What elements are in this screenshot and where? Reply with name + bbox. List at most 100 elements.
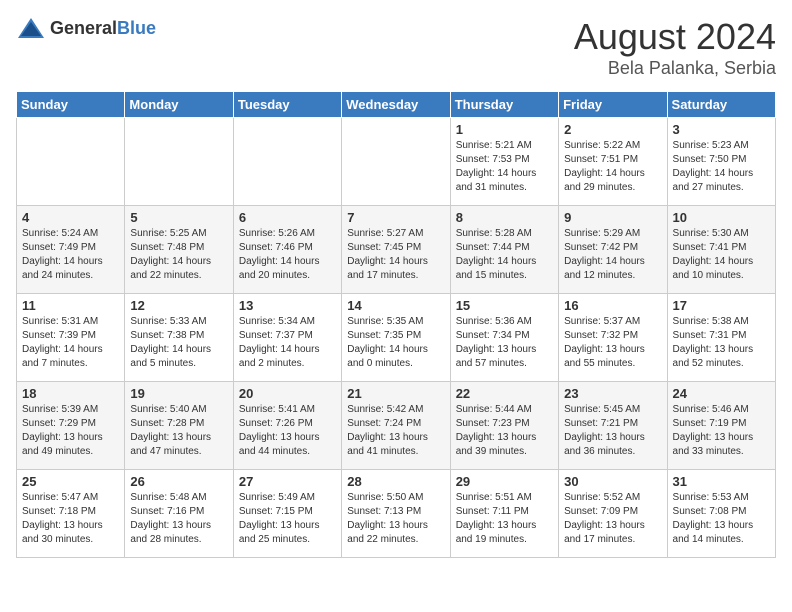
logo-general-text: General	[50, 18, 117, 38]
day-info: Sunrise: 5:49 AM Sunset: 7:15 PM Dayligh…	[239, 491, 336, 547]
calendar-cell: 2 Sunrise: 5:22 AM Sunset: 7:51 PM Daylig…	[559, 118, 667, 206]
calendar-cell: 6Sunrise: 5:26 AM Sunset: 7:46 PM Daylig…	[233, 206, 341, 294]
calendar-cell	[342, 118, 450, 206]
location-subtitle: Bela Palanka, Serbia	[574, 58, 776, 79]
calendar-cell: 30Sunrise: 5:52 AM Sunset: 7:09 PM Dayli…	[559, 470, 667, 558]
calendar-cell: 19 Sunrise: 5:40 AM Sunset: 7:28 PM Dayli…	[125, 382, 233, 470]
day-number: 22	[456, 386, 553, 401]
day-number: 11	[22, 298, 119, 313]
day-info: Sunrise: 5:44 AM Sunset: 7:23 PM Dayligh…	[456, 403, 553, 459]
day-info: Sunrise: 5:45 AM Sunset: 7:21 PM Dayligh…	[564, 403, 661, 459]
day-info: Sunrise: 5:38 AM Sunset: 7:31 PM Dayligh…	[673, 315, 770, 371]
day-info: Sunrise: 5:22 AM Sunset: 7:51 PM Dayligh…	[564, 139, 661, 195]
calendar-cell: 16Sunrise: 5:37 AM Sunset: 7:32 PM Dayli…	[559, 294, 667, 382]
day-info: Sunrise: 5:23 AM Sunset: 7:50 PM Dayligh…	[673, 139, 770, 195]
day-number: 1	[456, 122, 553, 137]
calendar-cell: 7Sunrise: 5:27 AM Sunset: 7:45 PM Daylig…	[342, 206, 450, 294]
day-info: Sunrise: 5:25 AM Sunset: 7:48 PM Dayligh…	[130, 227, 227, 283]
day-number: 8	[456, 210, 553, 225]
calendar-table: SundayMondayTuesdayWednesdayThursdayFrid…	[16, 91, 776, 558]
calendar-cell: 12Sunrise: 5:33 AM Sunset: 7:38 PM Dayli…	[125, 294, 233, 382]
calendar-cell	[233, 118, 341, 206]
calendar-cell: 4 Sunrise: 5:24 AM Sunset: 7:49 PM Daylig…	[17, 206, 125, 294]
day-number: 31	[673, 474, 770, 489]
calendar-week-row: 18 Sunrise: 5:39 AM Sunset: 7:29 PM Dayli…	[17, 382, 776, 470]
day-info: Sunrise: 5:24 AM Sunset: 7:49 PM Dayligh…	[22, 227, 119, 283]
day-number: 15	[456, 298, 553, 313]
calendar-week-row: 1Sunrise: 5:21 AM Sunset: 7:53 PM Daylig…	[17, 118, 776, 206]
day-number: 14	[347, 298, 444, 313]
day-info: Sunrise: 5:26 AM Sunset: 7:46 PM Dayligh…	[239, 227, 336, 283]
calendar-cell: 22 Sunrise: 5:44 AM Sunset: 7:23 PM Dayli…	[450, 382, 558, 470]
calendar-cell: 9 Sunrise: 5:29 AM Sunset: 7:42 PM Daylig…	[559, 206, 667, 294]
day-number: 9	[564, 210, 661, 225]
calendar-cell: 14 Sunrise: 5:35 AM Sunset: 7:35 PM Dayli…	[342, 294, 450, 382]
day-info: Sunrise: 5:41 AM Sunset: 7:26 PM Dayligh…	[239, 403, 336, 459]
day-number: 16	[564, 298, 661, 313]
day-info: Sunrise: 5:47 AM Sunset: 7:18 PM Dayligh…	[22, 491, 119, 547]
calendar-week-row: 25 Sunrise: 5:47 AM Sunset: 7:18 PM Dayli…	[17, 470, 776, 558]
calendar-cell: 31 Sunrise: 5:53 AM Sunset: 7:08 PM Dayli…	[667, 470, 775, 558]
day-number: 2	[564, 122, 661, 137]
day-info: Sunrise: 5:30 AM Sunset: 7:41 PM Dayligh…	[673, 227, 770, 283]
month-year-title: August 2024	[574, 16, 776, 58]
day-number: 4	[22, 210, 119, 225]
day-info: Sunrise: 5:48 AM Sunset: 7:16 PM Dayligh…	[130, 491, 227, 547]
weekday-header-thursday: Thursday	[450, 92, 558, 118]
day-number: 13	[239, 298, 336, 313]
calendar-week-row: 11Sunrise: 5:31 AM Sunset: 7:39 PM Dayli…	[17, 294, 776, 382]
day-info: Sunrise: 5:33 AM Sunset: 7:38 PM Dayligh…	[130, 315, 227, 371]
day-number: 29	[456, 474, 553, 489]
calendar-header-row: SundayMondayTuesdayWednesdayThursdayFrid…	[17, 92, 776, 118]
title-block: August 2024 Bela Palanka, Serbia	[574, 16, 776, 79]
day-number: 27	[239, 474, 336, 489]
day-number: 17	[673, 298, 770, 313]
weekday-header-monday: Monday	[125, 92, 233, 118]
weekday-header-friday: Friday	[559, 92, 667, 118]
calendar-cell	[17, 118, 125, 206]
day-info: Sunrise: 5:50 AM Sunset: 7:13 PM Dayligh…	[347, 491, 444, 547]
weekday-header-sunday: Sunday	[17, 92, 125, 118]
calendar-cell: 13 Sunrise: 5:34 AM Sunset: 7:37 PM Dayli…	[233, 294, 341, 382]
calendar-cell: 28Sunrise: 5:50 AM Sunset: 7:13 PM Dayli…	[342, 470, 450, 558]
calendar-cell: 15 Sunrise: 5:36 AM Sunset: 7:34 PM Dayli…	[450, 294, 558, 382]
day-info: Sunrise: 5:51 AM Sunset: 7:11 PM Dayligh…	[456, 491, 553, 547]
calendar-cell: 5 Sunrise: 5:25 AM Sunset: 7:48 PM Daylig…	[125, 206, 233, 294]
calendar-cell: 17 Sunrise: 5:38 AM Sunset: 7:31 PM Dayli…	[667, 294, 775, 382]
weekday-header-saturday: Saturday	[667, 92, 775, 118]
calendar-cell: 10 Sunrise: 5:30 AM Sunset: 7:41 PM Dayli…	[667, 206, 775, 294]
day-info: Sunrise: 5:35 AM Sunset: 7:35 PM Dayligh…	[347, 315, 444, 371]
weekday-header-tuesday: Tuesday	[233, 92, 341, 118]
general-blue-icon	[16, 16, 46, 40]
page-header: GeneralBlue August 2024 Bela Palanka, Se…	[16, 16, 776, 79]
day-number: 18	[22, 386, 119, 401]
day-number: 25	[22, 474, 119, 489]
day-info: Sunrise: 5:42 AM Sunset: 7:24 PM Dayligh…	[347, 403, 444, 459]
calendar-cell: 27 Sunrise: 5:49 AM Sunset: 7:15 PM Dayli…	[233, 470, 341, 558]
day-number: 7	[347, 210, 444, 225]
calendar-cell: 3 Sunrise: 5:23 AM Sunset: 7:50 PM Daylig…	[667, 118, 775, 206]
calendar-cell: 29 Sunrise: 5:51 AM Sunset: 7:11 PM Dayli…	[450, 470, 558, 558]
calendar-cell	[125, 118, 233, 206]
day-info: Sunrise: 5:40 AM Sunset: 7:28 PM Dayligh…	[130, 403, 227, 459]
day-info: Sunrise: 5:34 AM Sunset: 7:37 PM Dayligh…	[239, 315, 336, 371]
day-info: Sunrise: 5:36 AM Sunset: 7:34 PM Dayligh…	[456, 315, 553, 371]
day-info: Sunrise: 5:53 AM Sunset: 7:08 PM Dayligh…	[673, 491, 770, 547]
logo: GeneralBlue	[16, 16, 156, 40]
calendar-cell: 21Sunrise: 5:42 AM Sunset: 7:24 PM Dayli…	[342, 382, 450, 470]
calendar-cell: 23Sunrise: 5:45 AM Sunset: 7:21 PM Dayli…	[559, 382, 667, 470]
calendar-cell: 26 Sunrise: 5:48 AM Sunset: 7:16 PM Dayli…	[125, 470, 233, 558]
day-number: 26	[130, 474, 227, 489]
day-info: Sunrise: 5:29 AM Sunset: 7:42 PM Dayligh…	[564, 227, 661, 283]
day-info: Sunrise: 5:39 AM Sunset: 7:29 PM Dayligh…	[22, 403, 119, 459]
day-number: 19	[130, 386, 227, 401]
calendar-cell: 18 Sunrise: 5:39 AM Sunset: 7:29 PM Dayli…	[17, 382, 125, 470]
calendar-cell: 24Sunrise: 5:46 AM Sunset: 7:19 PM Dayli…	[667, 382, 775, 470]
calendar-cell: 1Sunrise: 5:21 AM Sunset: 7:53 PM Daylig…	[450, 118, 558, 206]
day-number: 3	[673, 122, 770, 137]
day-info: Sunrise: 5:52 AM Sunset: 7:09 PM Dayligh…	[564, 491, 661, 547]
day-number: 10	[673, 210, 770, 225]
day-info: Sunrise: 5:28 AM Sunset: 7:44 PM Dayligh…	[456, 227, 553, 283]
calendar-cell: 25 Sunrise: 5:47 AM Sunset: 7:18 PM Dayli…	[17, 470, 125, 558]
day-number: 5	[130, 210, 227, 225]
